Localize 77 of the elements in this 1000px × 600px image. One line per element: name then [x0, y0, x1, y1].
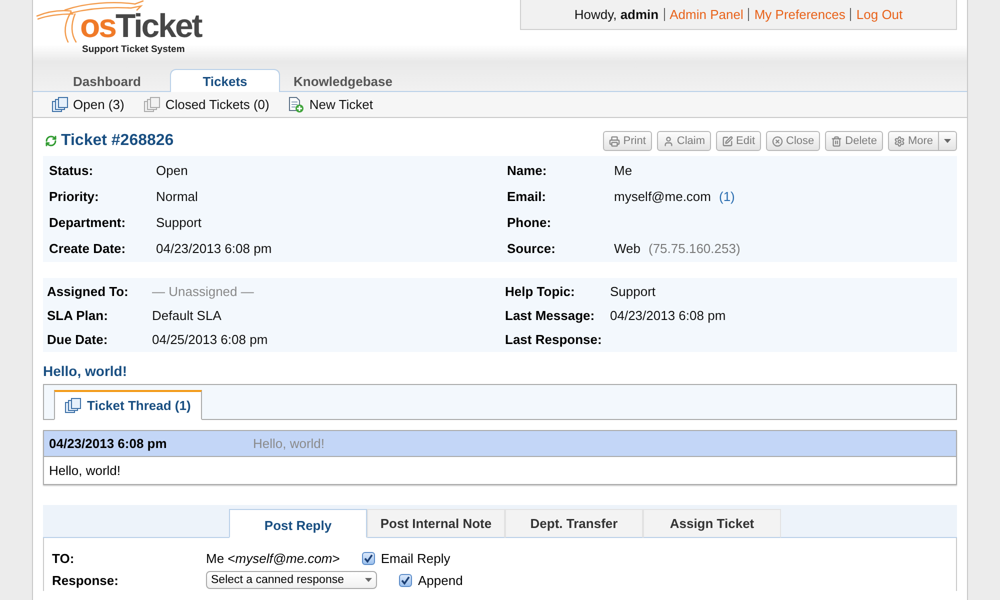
field-label: Email:	[507, 188, 548, 204]
caret-icon	[365, 578, 372, 582]
checkmark-icon	[401, 576, 410, 584]
field-label: Due Date:	[47, 332, 109, 346]
entry-date: 04/23/2013 6:08 pm	[49, 436, 168, 451]
recipient-text: Me <myself@me.com>	[206, 550, 340, 566]
stacked-pages-icon	[52, 97, 68, 112]
checkbox-label: Email Reply	[380, 550, 450, 566]
field-value: 04/23/2013 6:08 pm	[156, 240, 272, 256]
entry-body: Hello, world!	[49, 463, 121, 478]
nav-tab[interactable]: Dashboard	[52, 69, 162, 92]
dropdown-button[interactable]	[939, 131, 957, 151]
edit-icon	[722, 136, 734, 146]
field-label: Status:	[49, 162, 94, 178]
stacked-pages-icon	[144, 97, 160, 112]
field-value: 04/23/2013 6:08 pm	[610, 308, 726, 322]
refresh-icon[interactable]	[45, 135, 57, 147]
greeting-text: Howdy, admin	[574, 7, 659, 22]
user-icon	[662, 136, 674, 146]
sub-nav-link[interactable]: Closed Tickets (0)	[165, 97, 270, 112]
trash-icon	[831, 136, 842, 146]
field-value: — Unassigned —	[152, 284, 254, 298]
field-label: Priority:	[49, 188, 100, 204]
document-plus-icon	[289, 96, 304, 112]
field-label: Department:	[49, 214, 127, 230]
ticket-title: Ticket #268826	[61, 132, 174, 150]
sub-nav-link[interactable]: Open (3)	[73, 97, 124, 112]
field-value: Normal	[156, 188, 198, 204]
field-value: Web	[614, 240, 640, 256]
field-label: Assigned To:	[47, 284, 130, 298]
count-link[interactable]: (1)	[719, 188, 735, 204]
nav-tab[interactable]: Tickets	[170, 69, 280, 92]
printer-icon	[609, 136, 620, 146]
action-button[interactable]: More	[888, 131, 939, 151]
caret-icon	[944, 139, 951, 143]
reply-tab[interactable]: Post Reply	[229, 509, 367, 538]
field-label: SLA Plan:	[47, 308, 109, 322]
reply-tab[interactable]: Post Internal Note	[367, 509, 505, 538]
checkmark-icon	[364, 554, 373, 562]
reply-tab[interactable]: Assign Ticket	[643, 509, 781, 538]
action-button[interactable]: Close	[766, 131, 820, 151]
ticket-subject: Hello, world!	[43, 362, 128, 380]
action-button[interactable]: Edit	[716, 131, 762, 151]
action-button[interactable]: Print	[603, 131, 652, 151]
field-label: Name:	[507, 162, 548, 178]
field-label: TO:	[52, 550, 76, 566]
entry-title: Hello, world!	[253, 436, 326, 451]
action-button[interactable]: Claim	[656, 131, 712, 151]
stacked-pages-icon	[65, 398, 81, 413]
field-value: Support	[156, 214, 202, 230]
checkbox[interactable]	[362, 552, 375, 564]
logo-wordmark: osTicket	[80, 9, 202, 43]
field-label: Last Message:	[505, 308, 596, 322]
field-value: myself@me.com	[614, 188, 711, 204]
checkbox[interactable]	[399, 574, 412, 586]
field-label: Source:	[507, 240, 556, 256]
field-label: Help Topic:	[505, 284, 576, 298]
close-icon	[772, 136, 784, 146]
ip-address-text: (75.75.160.253)	[648, 240, 740, 256]
field-value: Open	[156, 162, 188, 178]
field-value: Default SLA	[152, 308, 222, 322]
canned-response-select[interactable]: Select a canned response	[206, 571, 377, 589]
field-value: Me	[614, 162, 632, 178]
nav-tab[interactable]: Knowledgebase	[288, 69, 398, 92]
action-button[interactable]: Delete	[825, 131, 883, 151]
logo-tagline: Support Ticket System	[82, 44, 185, 55]
checkbox-label: Append	[418, 572, 463, 588]
gear-icon	[894, 136, 905, 146]
thread-tab[interactable]: Ticket Thread (1)	[54, 390, 202, 420]
field-label: Response:	[52, 572, 120, 588]
reply-tab[interactable]: Dept. Transfer	[505, 509, 643, 538]
field-label: Create Date:	[49, 240, 127, 256]
field-label: Phone:	[507, 214, 552, 230]
sub-nav-link[interactable]: New Ticket	[309, 97, 373, 112]
field-value: Support	[610, 284, 656, 298]
field-label: Last Response:	[505, 332, 603, 346]
field-value: 04/25/2013 6:08 pm	[152, 332, 268, 346]
